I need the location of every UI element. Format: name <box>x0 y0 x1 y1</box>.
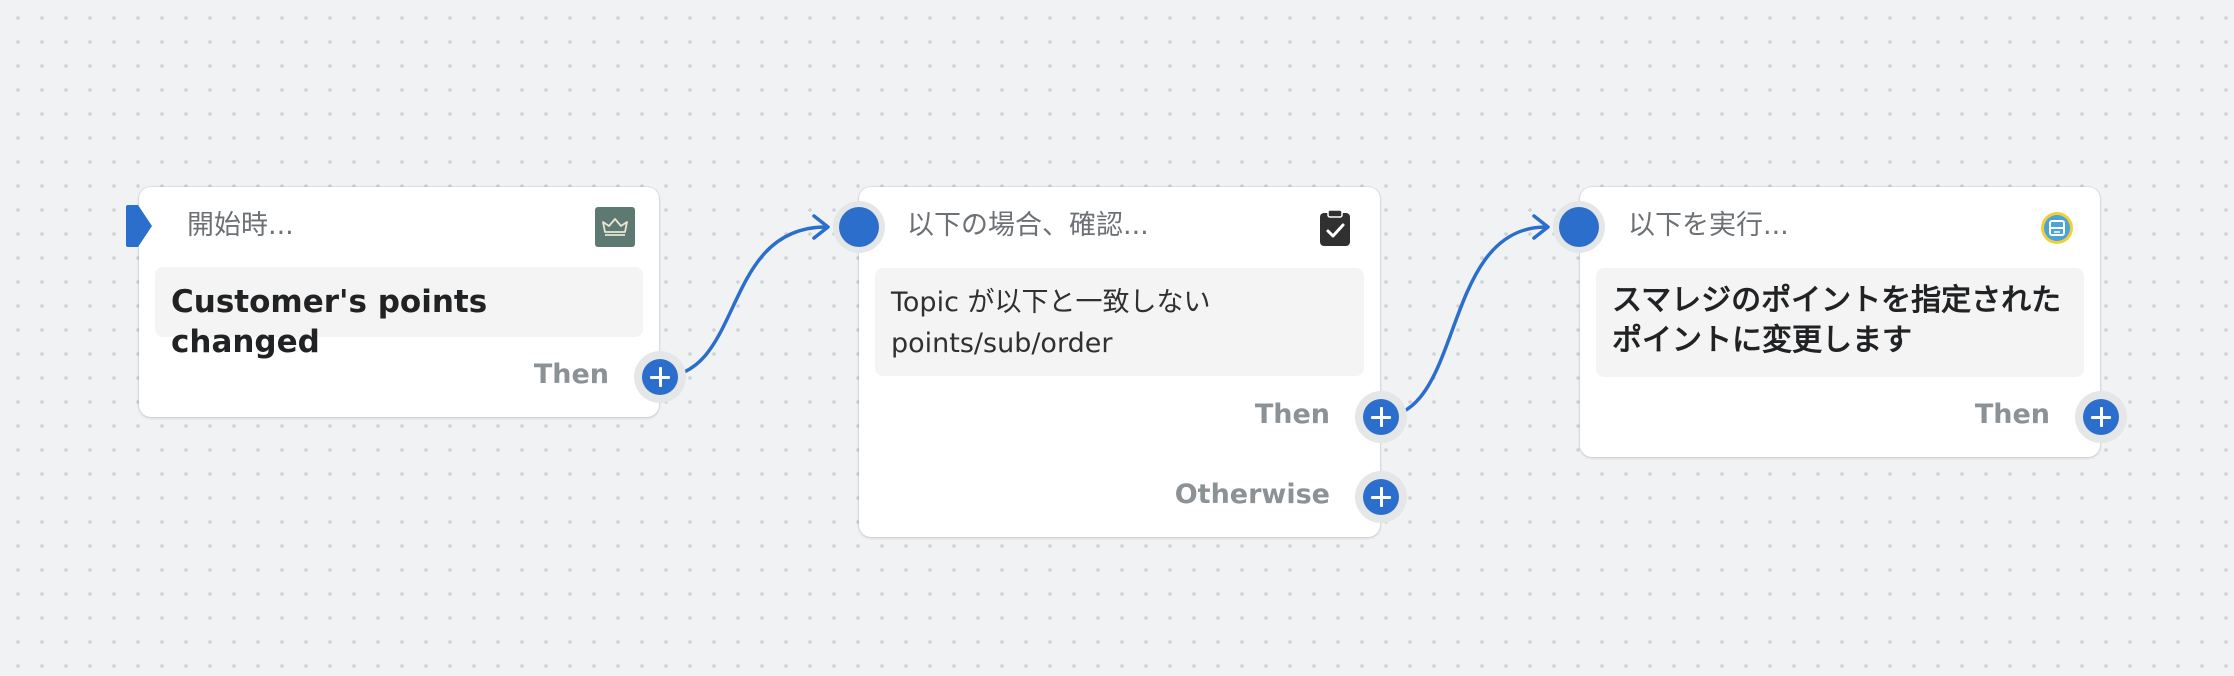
workflow-canvas[interactable]: 開始時... Customer's points changed Then 以下… <box>0 0 2234 676</box>
action-node-title: 以下を実行... <box>1628 210 1789 241</box>
clipboard-check-icon <box>1319 209 1351 247</box>
action-node-header: 以下を実行... <box>1580 187 2100 267</box>
start-marker-icon <box>124 203 154 249</box>
condition-node-header: 以下の場合、確認... <box>859 187 1380 267</box>
action-node[interactable]: 以下を実行... スマレジのポイントを指定されたポイントに変更します Then <box>1580 187 2100 457</box>
action-description: スマレジのポイントを指定されたポイントに変更します <box>1612 283 2062 358</box>
smaregi-app-icon <box>2040 211 2074 245</box>
plus-icon <box>642 359 678 395</box>
condition-node-title: 以下の場合、確認... <box>907 210 1149 241</box>
condition-then-add-button[interactable] <box>1355 391 1407 443</box>
trigger-node-header: 開始時... <box>139 187 659 267</box>
condition-otherwise-add-button[interactable] <box>1355 471 1407 523</box>
action-input-handle[interactable] <box>1553 201 1605 253</box>
condition-node-content: Topic が以下と一致しない points/sub/order <box>875 268 1364 376</box>
plus-icon <box>1363 479 1399 515</box>
trigger-node-title: 開始時... <box>187 210 294 241</box>
condition-node[interactable]: 以下の場合、確認... Topic が以下と一致しない points/sub/o… <box>859 187 1380 537</box>
connector-trigger-to-condition <box>659 225 827 379</box>
action-then-add-button[interactable] <box>2075 391 2127 443</box>
input-dot-icon <box>1559 207 1599 247</box>
trigger-node-content: Customer's points changed <box>155 267 643 360</box>
plus-icon <box>2083 399 2119 435</box>
then-label: Then <box>533 359 609 390</box>
connector-arrowhead-2 <box>1532 214 1550 240</box>
action-node-content: スマレジのポイントを指定されたポイントに変更します <box>1596 268 2084 377</box>
plus-icon <box>1363 399 1399 435</box>
trigger-description: Customer's points changed <box>171 284 488 360</box>
trigger-node[interactable]: 開始時... Customer's points changed Then <box>139 187 659 417</box>
connector-condition-to-action <box>1380 225 1547 419</box>
condition-input-handle[interactable] <box>833 201 885 253</box>
then-label: Then <box>1254 399 1330 430</box>
crown-icon <box>595 207 635 247</box>
connector-arrowhead-1 <box>812 214 830 240</box>
then-label: Then <box>1974 399 2050 430</box>
condition-rule-text: Topic が以下と一致しない <box>891 287 1211 318</box>
otherwise-label: Otherwise <box>1174 479 1330 510</box>
input-dot-icon <box>839 207 879 247</box>
trigger-then-add-button[interactable] <box>634 351 686 403</box>
condition-rule-value: points/sub/order <box>891 328 1113 359</box>
